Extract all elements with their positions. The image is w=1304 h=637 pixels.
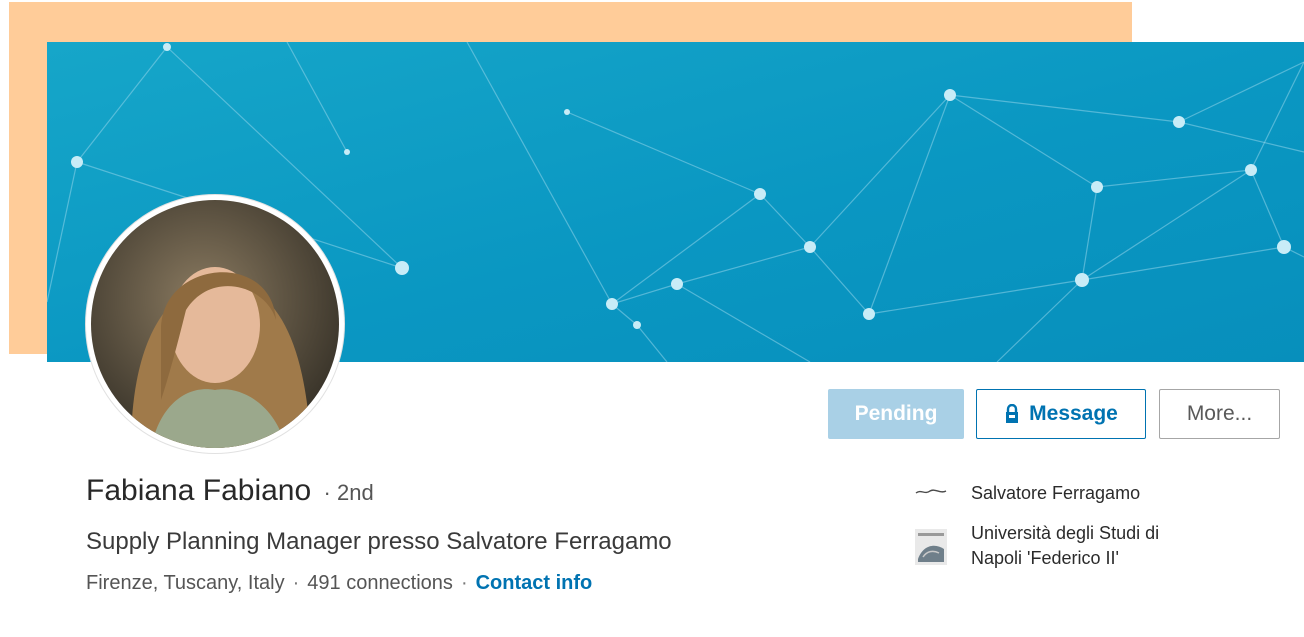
profile-name-line: Fabiana Fabiano · 2nd xyxy=(86,474,374,508)
separator-dot: · xyxy=(292,572,300,594)
affiliation-company[interactable]: Salvatore Ferragamo xyxy=(913,481,1140,508)
pending-button[interactable]: Pending xyxy=(828,389,964,439)
message-button[interactable]: Message xyxy=(976,389,1146,439)
profile-name: Fabiana Fabiano xyxy=(86,474,312,507)
pending-label: Pending xyxy=(854,402,938,425)
more-button[interactable]: More... xyxy=(1159,389,1280,439)
profile-photo[interactable] xyxy=(86,195,344,453)
message-label: Message xyxy=(1029,402,1118,425)
affiliation-school[interactable]: Università degli Studi di Napoli 'Federi… xyxy=(913,521,1159,572)
affiliation-school-name-line2: Napoli 'Federico II' xyxy=(971,548,1119,568)
connection-degree: 2nd xyxy=(336,480,374,505)
profile-location: Firenze, Tuscany, Italy xyxy=(86,572,285,594)
affiliation-company-name: Salvatore Ferragamo xyxy=(971,483,1141,503)
profile-meta-line: Firenze, Tuscany, Italy · 491 connections ·… xyxy=(86,572,592,595)
profile-headline: Supply Planning Manager presso Salvatore… xyxy=(86,528,672,555)
ferragamo-logo-icon xyxy=(913,481,949,508)
university-logo-icon xyxy=(913,527,949,572)
more-label: More... xyxy=(1186,402,1253,425)
separator-dot: · xyxy=(460,572,468,594)
contact-info-link[interactable]: Contact info xyxy=(476,572,593,594)
degree-separator: · xyxy=(323,480,331,505)
affiliation-school-name-line1: Università degli Studi di xyxy=(971,523,1160,543)
lock-icon xyxy=(1006,404,1019,423)
connections-count[interactable]: 491 connections xyxy=(307,572,453,594)
